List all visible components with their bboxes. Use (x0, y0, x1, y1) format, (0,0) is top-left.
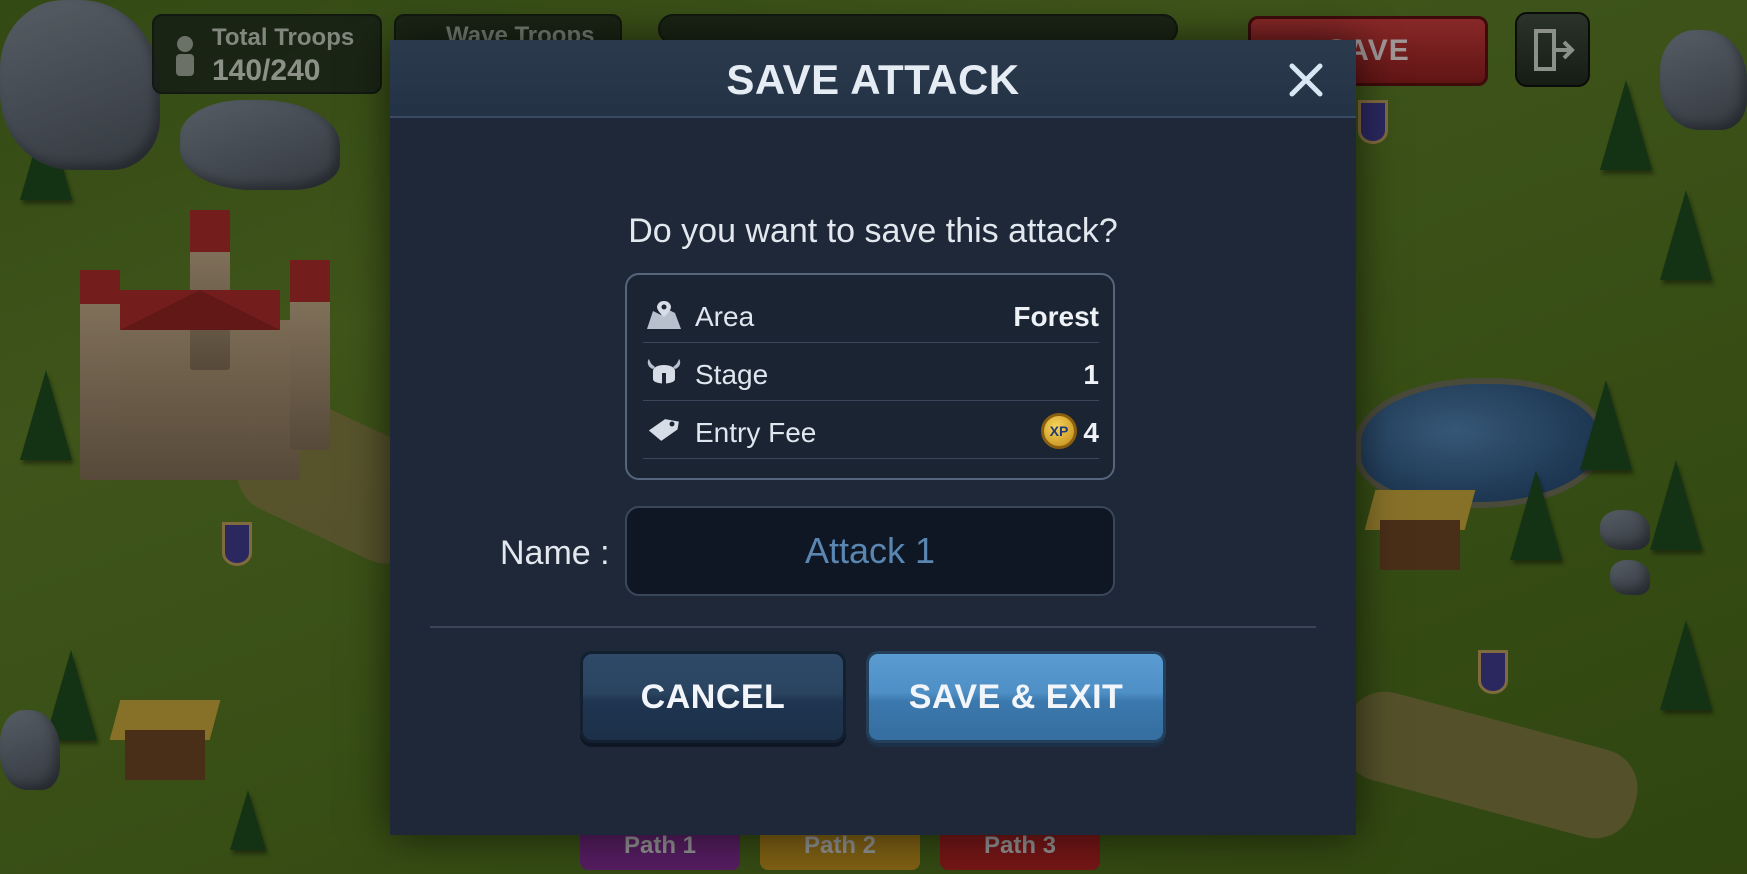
divider (430, 626, 1316, 628)
dialog-header: SAVE ATTACK (390, 40, 1356, 118)
map-pin-icon (647, 301, 681, 329)
price-tag-icon (648, 419, 679, 441)
save-question: Do you want to save this attack? (628, 212, 1118, 250)
xp-coin-icon: XP (1041, 413, 1077, 449)
attack-name-input[interactable] (625, 506, 1115, 596)
viking-helmet-icon (647, 359, 681, 385)
info-row-stage: Stage 1 (643, 343, 1099, 401)
save-attack-dialog: SAVE ATTACK Do you want to save this att… (390, 40, 1356, 835)
attack-info-box: Area Forest Stage 1 Entry Fee XP 4 (625, 273, 1115, 480)
dialog-title: SAVE ATTACK (726, 56, 1020, 103)
area-value: Forest (1013, 301, 1099, 332)
name-label: Name : (500, 534, 610, 572)
stage-label: Stage (695, 359, 769, 390)
stage-value: 1 (1083, 359, 1099, 390)
area-label: Area (695, 301, 755, 332)
info-row-entry-fee: Entry Fee XP 4 (643, 401, 1099, 459)
entry-fee-value: 4 (1083, 417, 1099, 448)
close-icon (1289, 63, 1323, 97)
entry-fee-label: Entry Fee (695, 417, 817, 448)
close-button[interactable] (1280, 54, 1332, 106)
info-row-area: Area Forest (643, 285, 1099, 343)
save-exit-button[interactable]: SAVE & EXIT (866, 651, 1166, 743)
cancel-button[interactable]: CANCEL (580, 651, 846, 743)
